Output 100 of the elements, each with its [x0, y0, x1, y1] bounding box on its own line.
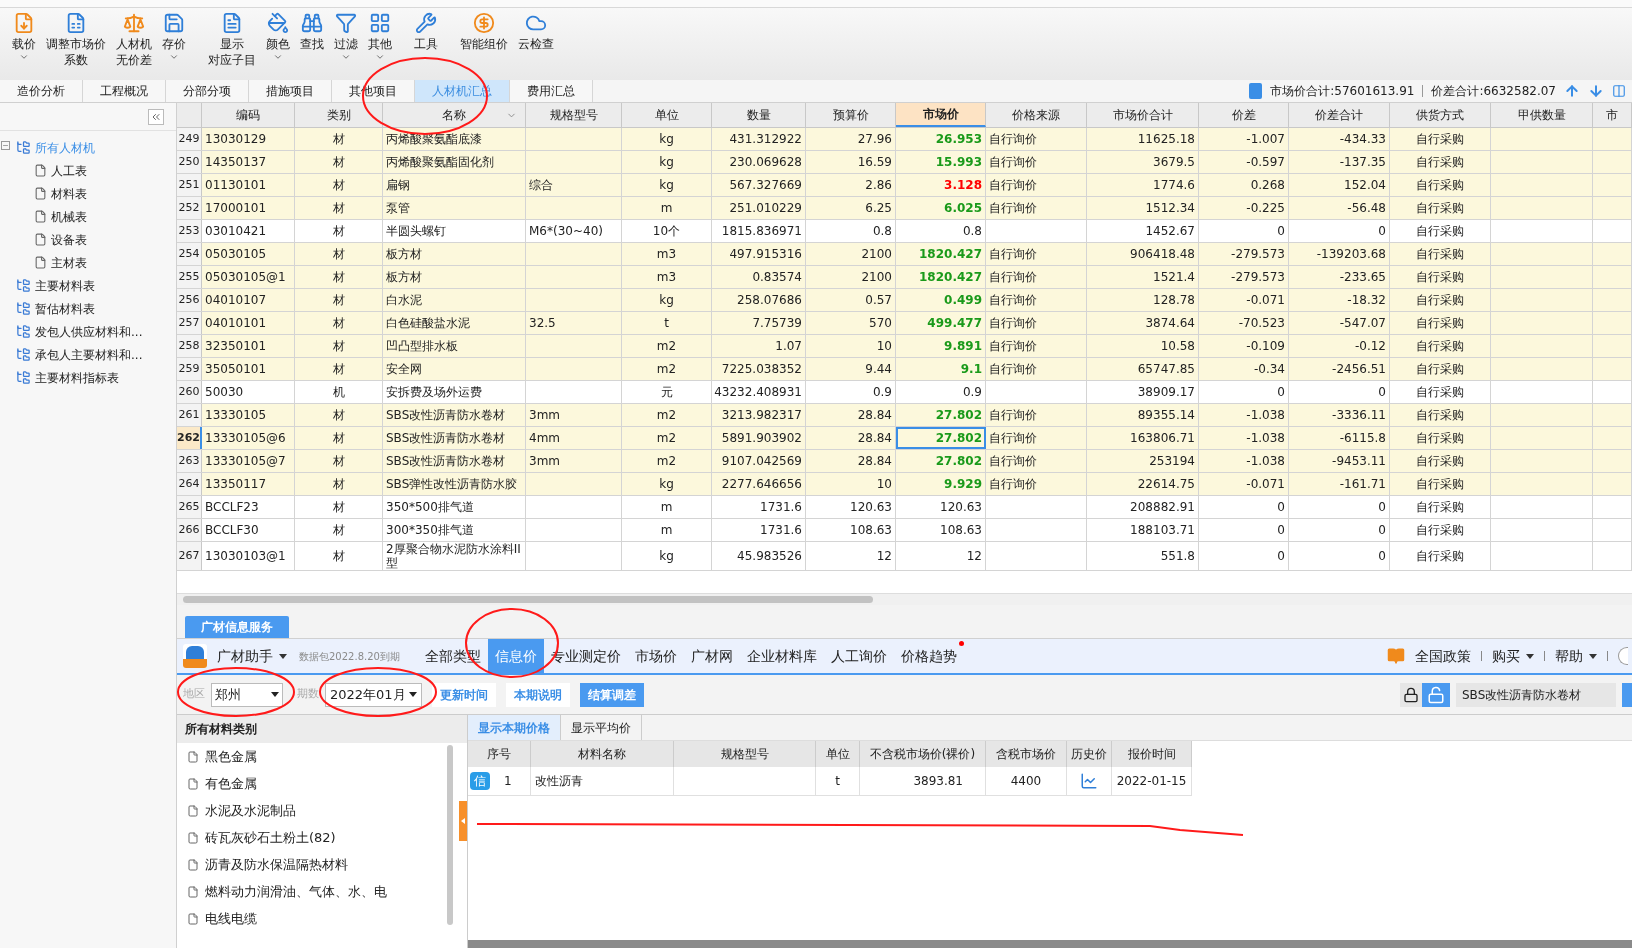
tree-item[interactable]: 设备表: [51, 230, 87, 249]
row-number[interactable]: 259: [177, 358, 202, 380]
row-number[interactable]: 251: [177, 174, 202, 196]
column-header[interactable]: 数量: [712, 103, 806, 127]
toolbar-button[interactable]: 云检查: [516, 12, 556, 52]
tree-item[interactable]: 承包人主要材料和...: [35, 345, 143, 364]
toolbar-button[interactable]: 其他: [366, 12, 394, 62]
move-down-icon[interactable]: [1588, 83, 1604, 99]
toolbar-button[interactable]: 显示 对应子目: [206, 12, 258, 68]
toolbar-button[interactable]: 智能组价: [458, 12, 510, 52]
row-number[interactable]: 249: [177, 128, 202, 150]
row-number[interactable]: 260: [177, 381, 202, 403]
table-row[interactable]: 265 BCCLF23 材 350*500排气道 m 1731.6 120.63 120.63 208882.91 0 0 自行采购: [177, 496, 1632, 519]
row-number[interactable]: 250: [177, 151, 202, 173]
category-item[interactable]: 沥青及防水保温隔热材料: [205, 854, 348, 875]
collapse-tree-icon[interactable]: [1, 141, 10, 150]
column-header[interactable]: 价格来源: [986, 103, 1087, 127]
toolbar-button[interactable]: 工具: [412, 12, 440, 52]
period-select[interactable]: 2022年01月: [325, 682, 422, 707]
toolbar-button[interactable]: 人材机 无价差: [114, 12, 154, 68]
tree-item[interactable]: 主要材料指标表: [35, 368, 119, 387]
row-number[interactable]: 261: [177, 404, 202, 426]
region-select[interactable]: 郑州: [211, 682, 283, 707]
table-row[interactable]: 260 50030 机 安拆费及场外运费 元 43232.408931 0.9 0.9 38909.17 0 0 自行采购: [177, 381, 1632, 404]
column-header[interactable]: 名称: [383, 103, 526, 127]
tree-item[interactable]: 发包人供应材料和...: [35, 322, 143, 341]
nav-tab[interactable]: 广材网: [683, 639, 740, 673]
column-header[interactable]: 类别: [295, 103, 383, 127]
table-row[interactable]: 254 05030105 材 板方材 m3 497.915316 2100 1820.427 自行询价 906418.48 -279.573 -139203.68 自行采购: [177, 243, 1632, 266]
nav-tab[interactable]: 价格趋势: [893, 639, 964, 673]
nav-tab[interactable]: 市场价: [627, 639, 684, 673]
table-row[interactable]: 250 14350137 材 丙烯酸聚氨酯固化剂 kg 230.069628 16.59 15.993 自行询价 3679.5 -0.597 -137.35 自行采购: [177, 151, 1632, 174]
action-button[interactable]: 本期说明: [506, 682, 570, 707]
nav-tab[interactable]: 企业材料库: [739, 639, 824, 673]
category-item[interactable]: 黑色金属: [205, 746, 257, 767]
tree-item[interactable]: 主材表: [51, 253, 87, 272]
nav-tab[interactable]: 人工询价: [823, 639, 894, 673]
row-number[interactable]: 256: [177, 289, 202, 311]
column-header[interactable]: 市场价: [896, 103, 986, 127]
table-row[interactable]: 261 13330105 材 SBS改性沥青防水卷材 3mm m2 3213.982317 28.84 27.802 自行询价 89355.14 -1.038 -3336.11 自行采购: [177, 404, 1632, 427]
column-header[interactable]: 规格型号: [526, 103, 622, 127]
sub-tab[interactable]: 显示平均价: [561, 715, 642, 740]
tree-item[interactable]: 材料表: [51, 184, 87, 203]
table-row[interactable]: 257 04010101 材 白色硅酸盐水泥 32.5 t 7.75739 570 499.477 自行询价 3874.64 -70.523 -547.07 自行采购: [177, 312, 1632, 335]
move-up-icon[interactable]: [1564, 83, 1580, 99]
menu-button[interactable]: 全国政策: [1415, 645, 1471, 667]
lock-icon[interactable]: [1400, 682, 1422, 707]
toolbar-button[interactable]: 存价: [160, 12, 188, 62]
table-row[interactable]: 258 32350101 材 凹凸型排水板 m2 1.07 10 9.891 自行询价 10.58 -0.109 -0.12 自行采购: [177, 335, 1632, 358]
row-number[interactable]: 254: [177, 243, 202, 265]
toolbar-button[interactable]: 过滤: [332, 12, 360, 62]
scrollbar[interactable]: [177, 593, 1632, 605]
table-row[interactable]: 267 13030103@1 材 2厚聚合物水泥防水涂料II型 kg 45.983526 12 12 551.8 0 0 自行采购: [177, 542, 1632, 571]
table-row[interactable]: 263 13330105@7 材 SBS改性沥青防水卷材 3mm m2 9107.042569 28.84 27.802 自行询价 253194 -1.038 -9453.11 自行采购: [177, 450, 1632, 473]
toolbar-button[interactable]: 调整市场价 系数: [44, 12, 108, 68]
table-row[interactable]: 262 13330105@6 材 SBS改性沥青防水卷材 4mm m2 5891.903902 28.84 27.802 自行询价 163806.71 -1.038 -6115.8 自行采购: [177, 427, 1632, 450]
column-header[interactable]: 市场价合计: [1087, 103, 1199, 127]
toolbar-button[interactable]: 载价: [10, 12, 38, 62]
row-number[interactable]: 253: [177, 220, 202, 242]
tree-item[interactable]: 人工表: [51, 161, 87, 180]
line-chart-icon[interactable]: [1079, 772, 1099, 790]
table-row[interactable]: 264 13350117 材 SBS弹性改性沥青防水胶 kg 2277.646656 10 9.929 自行询价 22614.75 -0.071 -161.71 自行采购: [177, 473, 1632, 496]
row-number[interactable]: 266: [177, 519, 202, 541]
column-header[interactable]: 市: [1593, 103, 1632, 127]
toolbar-button[interactable]: 查找: [298, 12, 326, 52]
row-number[interactable]: 258: [177, 335, 202, 357]
toolbar-button[interactable]: 颜色: [264, 12, 292, 62]
tree-item[interactable]: 机械表: [51, 207, 87, 226]
row-number[interactable]: 264: [177, 473, 202, 495]
column-header[interactable]: 编码: [202, 103, 295, 127]
menu-button[interactable]: 帮助: [1555, 645, 1597, 667]
table-row[interactable]: 256 04010107 材 白水泥 kg 258.07686 0.57 0.499 自行询价 128.78 -0.071 -18.32 自行采购: [177, 289, 1632, 312]
collapse-button[interactable]: [148, 108, 164, 125]
category-item[interactable]: 电线电缆: [205, 908, 257, 929]
row-number[interactable]: 257: [177, 312, 202, 334]
column-header[interactable]: 单位: [622, 103, 712, 127]
table-row[interactable]: 249 13030129 材 丙烯酸聚氨酯底漆 kg 431.312922 27.96 26.953 自行询价 11625.18 -1.007 -434.33 自行采购: [177, 128, 1632, 151]
category-item[interactable]: 水泥及水泥制品: [205, 800, 296, 821]
column-header[interactable]: 价差合计: [1289, 103, 1390, 127]
menu-button[interactable]: 购买: [1492, 645, 1534, 667]
table-row[interactable]: 252 17000101 材 泵管 m 251.010229 6.25 6.025 自行询价 1512.34 -0.225 -56.48 自行采购: [177, 197, 1632, 220]
tree-item[interactable]: 主要材料表: [35, 276, 95, 295]
table-row[interactable]: 253 03010421 材 半圆头螺钉 M6*(30~40) 10个 1815.836971 0.8 0.8 1452.67 0 0 自行采购: [177, 220, 1632, 243]
row-number[interactable]: 263: [177, 450, 202, 472]
category-item[interactable]: 砖瓦灰砂石土粉土(82): [205, 827, 336, 848]
column-header[interactable]: 供货方式: [1390, 103, 1491, 127]
search-button[interactable]: [1622, 682, 1632, 707]
column-header[interactable]: 甲供数量: [1491, 103, 1593, 127]
table-row[interactable]: 251 01130101 材 扁钢 综合 kg 567.327669 2.86 3.128 自行询价 1774.6 0.268 152.04 自行采购: [177, 174, 1632, 197]
scrollbar[interactable]: [447, 745, 453, 925]
columns-icon[interactable]: [1612, 83, 1626, 99]
table-row[interactable]: 266 BCCLF30 材 300*350排气道 m 1731.6 108.63 108.63 188103.71 0 0 自行采购: [177, 519, 1632, 542]
column-header[interactable]: 价差: [1199, 103, 1289, 127]
search-field[interactable]: SBS改性沥青防水卷材: [1456, 682, 1616, 707]
row-number[interactable]: 255: [177, 266, 202, 288]
row-number[interactable]: 267: [177, 542, 202, 570]
table-row[interactable]: 255 05030105@1 材 板方材 m3 0.83574 2100 1820.427 自行询价 1521.4 -279.573 -233.65 自行采购: [177, 266, 1632, 289]
brand-menu[interactable]: 广材助手: [217, 645, 287, 667]
row-number[interactable]: 252: [177, 197, 202, 219]
category-item[interactable]: 有色金属: [205, 773, 257, 794]
